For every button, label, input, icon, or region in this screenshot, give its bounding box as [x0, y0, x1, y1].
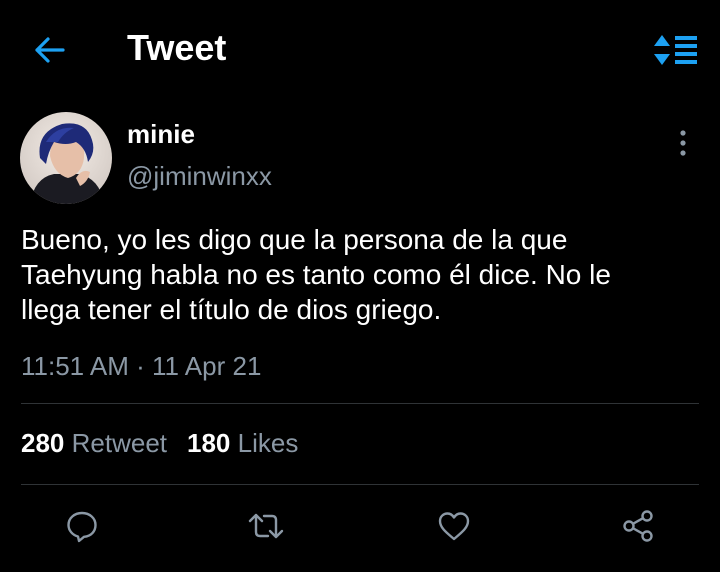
retweet-stat[interactable]: 280 Retweet	[21, 428, 167, 458]
arrow-left-icon	[35, 37, 65, 63]
tweet-timestamp: 11:51 AM · 11 Apr 21	[21, 351, 262, 381]
more-vertical-icon	[680, 130, 686, 156]
author-display-name[interactable]: minie	[127, 118, 195, 150]
like-button[interactable]	[434, 506, 474, 546]
likes-stat[interactable]: 180 Likes	[187, 428, 298, 458]
app-header: Tweet	[0, 0, 720, 96]
reply-button[interactable]	[62, 506, 102, 546]
author-handle[interactable]: @jiminwinxx	[127, 160, 272, 192]
tweet-text-line: Bueno, yo les digo que la persona de la …	[21, 224, 568, 255]
tweet-text-line: Taehyung habla no es tanto como él dice.…	[21, 259, 611, 290]
avatar[interactable]	[20, 112, 112, 204]
divider	[21, 484, 699, 485]
tweet-stats: 280 Retweet 180 Likes	[21, 426, 298, 460]
tweet-text-line: llega tener el título de dios griego.	[21, 294, 442, 325]
sort-list-icon	[654, 35, 697, 65]
avatar-photo	[20, 112, 112, 204]
retweet-count: 280	[21, 428, 65, 458]
sort-button[interactable]	[650, 30, 702, 70]
like-icon	[438, 512, 470, 541]
retweet-icon	[248, 513, 284, 539]
page-title: Tweet	[127, 27, 227, 68]
more-options-button[interactable]	[666, 126, 700, 160]
likes-label: Likes	[237, 428, 299, 458]
divider	[21, 403, 699, 404]
back-button[interactable]	[30, 30, 70, 70]
retweet-button[interactable]	[246, 506, 286, 546]
retweet-label: Retweet	[71, 428, 168, 458]
share-icon	[623, 510, 653, 542]
reply-icon	[67, 511, 97, 543]
likes-count: 180	[187, 428, 231, 458]
tweet-text: Bueno, yo les digo que la persona de la …	[21, 222, 701, 327]
share-button[interactable]	[618, 506, 658, 546]
